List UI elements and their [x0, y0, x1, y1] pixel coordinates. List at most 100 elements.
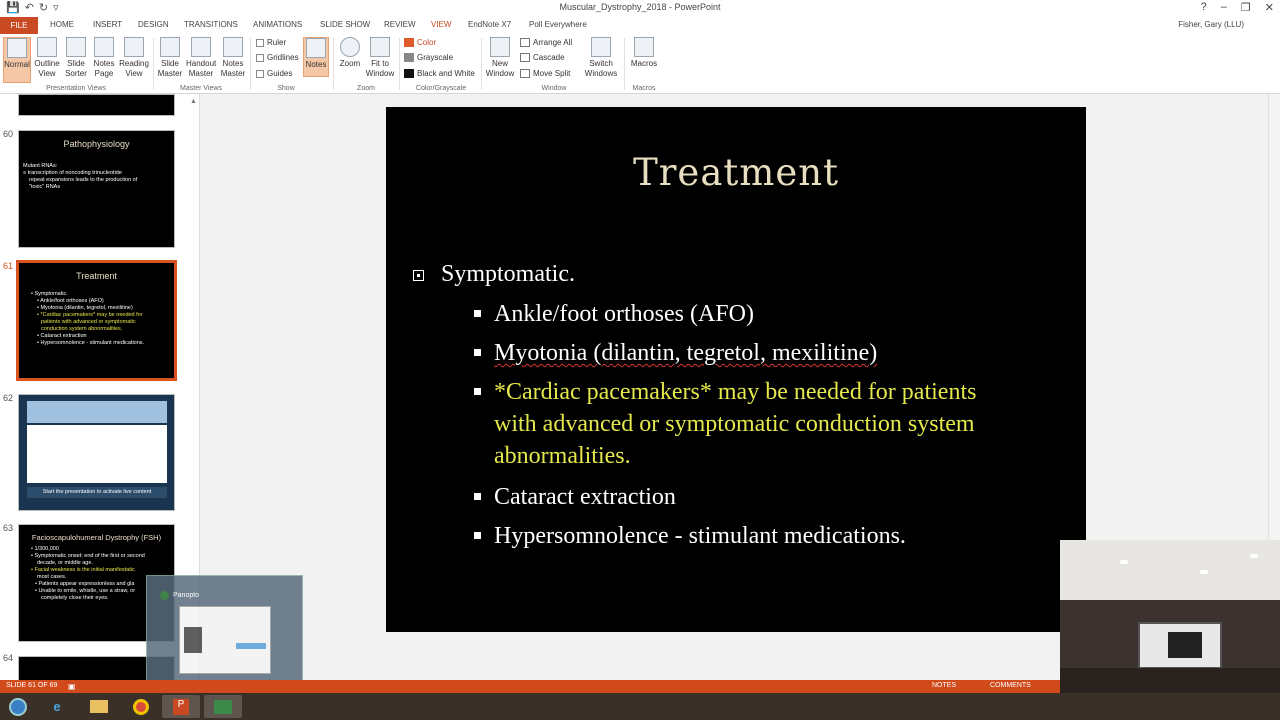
group-label-presentation-views: Presentation Views [46, 85, 106, 92]
thumbnail-number: 64 [3, 653, 14, 663]
cascade-button[interactable]: Cascade [520, 53, 565, 62]
internet-explorer-icon: e [53, 699, 61, 714]
square-bullet-icon [474, 349, 481, 356]
powerpoint-button[interactable]: P [162, 695, 200, 718]
thumbnail-title: Facioscapulohumeral Dystrophy (FSH) [31, 533, 162, 542]
normal-view-button[interactable]: Normal [3, 37, 31, 83]
outline-view-icon [37, 37, 57, 57]
macros-icon [634, 37, 654, 57]
comments-toggle[interactable]: COMMENTS [990, 682, 1031, 689]
reading-view-button[interactable]: Reading View [118, 37, 150, 79]
checkbox-icon [256, 53, 264, 62]
thumbnail-slide-60[interactable]: Pathophysiology Mutant RNAs: ≡ transcrip… [18, 130, 175, 248]
title-bar: 💾 ↶ ↻ ▿ Muscular_Dystrophy_2018 - PowerP… [0, 0, 1280, 17]
new-window-icon [490, 37, 510, 57]
tab-home[interactable]: HOME [50, 20, 74, 29]
tab-transitions[interactable]: TRANSITIONS [184, 20, 238, 29]
notes-master-button[interactable]: Notes Master [218, 37, 248, 79]
grayscale-swatch-icon [404, 53, 414, 62]
bullet-item-highlighted[interactable]: *Cardiac pacemakers* may be needed for p… [474, 376, 1014, 472]
close-button[interactable]: ✕ [1265, 1, 1274, 14]
panopto-taskbar-icon [214, 699, 232, 714]
tab-view[interactable]: VIEW [431, 20, 451, 29]
move-split-button[interactable]: Move Split [520, 69, 570, 78]
thumbnail-slide-61[interactable]: Treatment • Symptomatic. • Ankle/foot or… [16, 260, 177, 381]
grayscale-button[interactable]: Grayscale [404, 53, 453, 62]
tab-file[interactable]: FILE [0, 17, 38, 34]
help-icon[interactable]: ? [1201, 1, 1207, 14]
notes-page-icon [94, 37, 114, 57]
group-label-zoom: Zoom [357, 85, 375, 92]
video-light [1200, 570, 1208, 574]
handout-master-icon [191, 37, 211, 57]
folder-icon [90, 700, 108, 713]
notes-button[interactable]: Notes [303, 37, 329, 77]
ribbon-view: Normal Outline View Slide Sorter Notes P… [0, 34, 1280, 94]
thumbnail-title: Treatment [76, 271, 117, 281]
internet-explorer-button[interactable]: e [38, 695, 76, 718]
tab-review[interactable]: REVIEW [384, 20, 416, 29]
box-bullet-icon [413, 270, 424, 281]
fit-to-window-button[interactable]: Fit to Window [365, 37, 395, 79]
slide-master-button[interactable]: Slide Master [156, 37, 184, 79]
bullet-item[interactable]: Ankle/foot orthoses (AFO) [474, 298, 1034, 330]
outline-view-button[interactable]: Outline View [33, 37, 61, 79]
current-slide[interactable]: Treatment Symptomatic. Ankle/foot orthos… [386, 107, 1086, 632]
bullet-item[interactable]: Hypersomnolence - stimulant medications. [474, 520, 1054, 552]
video-light [1250, 554, 1258, 558]
macros-button[interactable]: Macros [628, 37, 660, 69]
thumbnail-slide-62[interactable]: Start the presentation to activate live … [18, 394, 175, 511]
spellcheck-icon[interactable]: ▣ [68, 682, 76, 691]
notes-toggle[interactable]: NOTES [932, 682, 956, 689]
tab-endnote[interactable]: EndNote X7 [468, 20, 511, 29]
square-bullet-icon [474, 493, 481, 500]
tab-animations[interactable]: ANIMATIONS [253, 20, 302, 29]
thumbnail-number: 62 [3, 393, 14, 403]
fit-to-window-icon [370, 37, 390, 57]
slide-counter: SLIDE 61 OF 69 [6, 682, 58, 689]
new-window-button[interactable]: New Window [485, 37, 515, 79]
slide-title[interactable]: Treatment [386, 151, 1086, 194]
user-name[interactable]: Fisher, Gary (LLU) [1178, 20, 1244, 29]
guides-checkbox[interactable]: Guides [256, 69, 292, 78]
bullet-item[interactable]: Cataract extraction [474, 481, 1034, 513]
thumbnail-number: 63 [3, 523, 14, 533]
color-button[interactable]: Color [404, 38, 436, 47]
slide-sorter-button[interactable]: Slide Sorter [63, 37, 89, 79]
square-bullet-icon [474, 310, 481, 317]
handout-master-button[interactable]: Handout Master [186, 37, 216, 79]
switch-windows-icon [591, 37, 611, 57]
window-controls: ? – ❐ ✕ [1201, 1, 1274, 14]
restore-button[interactable]: ❐ [1241, 1, 1251, 14]
start-button[interactable] [0, 695, 36, 718]
notes-icon [306, 38, 326, 58]
video-light [1120, 560, 1128, 564]
tab-design[interactable]: DESIGN [138, 20, 169, 29]
square-bullet-icon [474, 532, 481, 539]
slide-sorter-icon [66, 37, 86, 57]
tab-poll-everywhere[interactable]: Poll Everywhere [529, 20, 587, 29]
group-label-macros: Macros [632, 85, 656, 92]
tab-slide-show[interactable]: SLIDE SHOW [320, 20, 370, 29]
gridlines-checkbox[interactable]: Gridlines [256, 53, 299, 62]
notes-page-button[interactable]: Notes Page [91, 37, 117, 79]
lecture-video-feed [1060, 540, 1280, 704]
black-white-button[interactable]: Black and White [404, 69, 475, 78]
color-swatch-icon [404, 38, 414, 47]
panopto-button[interactable] [204, 695, 242, 718]
bullet-item[interactable]: Myotonia (dilantin, tegretol, mexilitine… [474, 337, 1034, 369]
scroll-up-icon[interactable]: ▲ [190, 98, 197, 105]
ruler-checkbox[interactable]: Ruler [256, 38, 286, 47]
thumbnail-poll-area [27, 425, 167, 483]
status-bar: SLIDE 61 OF 69 ▣ NOTES COMMENTS [0, 680, 1060, 693]
arrange-all-button[interactable]: Arrange All [520, 38, 572, 47]
zoom-button[interactable]: Zoom [337, 37, 363, 69]
tab-insert[interactable]: INSERT [93, 20, 122, 29]
chrome-button[interactable] [122, 695, 160, 718]
switch-windows-button[interactable]: Switch Windows [582, 37, 620, 79]
minimize-button[interactable]: – [1221, 1, 1227, 14]
file-explorer-button[interactable] [80, 695, 118, 718]
thumbnail-slide-59[interactable] [18, 94, 175, 116]
level1-bullet[interactable]: Symptomatic. [413, 261, 575, 288]
taskbar-preview-popup[interactable]: Panopto [146, 575, 303, 685]
